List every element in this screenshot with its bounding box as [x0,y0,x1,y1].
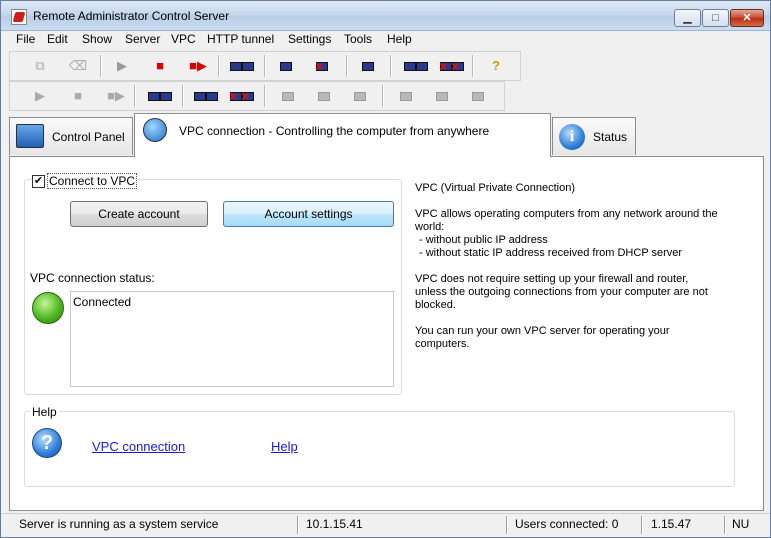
tab-status[interactable]: i Status [552,117,636,155]
help-icon[interactable]: ? [486,57,506,75]
session-toolbar: ▶ ■ ■▶ [9,81,505,111]
menu-edit[interactable]: Edit [47,32,68,46]
stop-icon[interactable]: ■ [68,87,88,105]
menu-help[interactable]: Help [387,32,412,46]
status-users: Users connected: 0 [515,517,619,531]
network-icon[interactable] [402,57,430,75]
main-toolbar: ⧉ ⌫ ▶ ■ ■▶ ? [9,51,521,81]
play-stop-icon[interactable]: ■▶ [102,87,130,105]
tab-label: VPC connection - Controlling the compute… [179,124,490,138]
close-button[interactable]: ✕ [730,9,764,27]
connections-icon[interactable] [146,87,174,105]
menu-bar: File Edit Show Server VPC HTTP tunnel Se… [1,31,770,49]
connect-vpc-label[interactable]: Connect to VPC [47,173,138,189]
app-window: Remote Administrator Control Server ▁ □ … [0,0,771,538]
info-text: blocked. [415,299,456,311]
help-circle-icon: ? [32,428,62,458]
copy-icon[interactable]: ⧉ [30,57,50,75]
connect-vpc-checkbox[interactable]: ✔ [32,175,45,188]
vpc-status-value: Connected [73,295,132,309]
info-icon: i [559,124,585,150]
menu-file[interactable]: File [16,32,35,46]
menu-tools[interactable]: Tools [344,32,372,46]
toolbar-separator [264,85,266,107]
info-bullet: - without static IP address received fro… [419,247,683,259]
start-server-icon[interactable]: ▶ [112,57,132,75]
connections-icon[interactable] [228,57,256,75]
file-transfer-icon[interactable] [350,87,370,105]
globe-icon [143,118,167,142]
user-remove-icon[interactable] [312,57,332,75]
monitor-icon [16,124,44,148]
info-text: computers. [415,338,470,350]
toolbar-separator [472,55,474,77]
toolbar-separator [100,55,102,77]
minimize-button[interactable]: ▁ [674,9,701,27]
help-group-label: Help [30,405,59,419]
status-bar: Server is running as a system service 10… [1,513,770,537]
info-title: VPC (Virtual Private Connection) [415,182,575,194]
status-extra: NU [732,517,750,531]
remote-control-icon[interactable] [314,87,334,105]
tab-strip: Control Panel VPC connection - Controlli… [9,113,764,157]
toolbar-separator [346,55,348,77]
vpc-status-label: VPC connection status: [30,271,155,285]
info-text: world: [415,221,445,233]
create-account-button[interactable]: Create account [70,201,208,227]
eraser-icon[interactable]: ⌫ [68,57,88,75]
toolbar-separator [218,55,220,77]
chat-icon[interactable] [396,87,416,105]
telnet-icon[interactable] [432,87,452,105]
shutdown-icon[interactable] [468,87,488,105]
status-ip: 10.1.15.41 [306,517,363,531]
menu-vpc[interactable]: VPC [171,32,196,46]
status-version: 1.15.47 [651,517,692,531]
user-list-icon[interactable] [358,57,378,75]
toolbar-separator [390,55,392,77]
menu-settings[interactable]: Settings [288,32,331,46]
status-separator [506,516,508,534]
menu-http-tunnel[interactable]: HTTP tunnel [207,32,274,46]
menu-show[interactable]: Show [82,32,112,46]
status-separator [297,516,299,534]
info-text: VPC does not require setting up your fir… [415,273,689,285]
status-separator [724,516,726,534]
tab-vpc-connection[interactable]: VPC connection - Controlling the compute… [134,113,551,157]
toolbar-separator [182,85,184,107]
menu-server[interactable]: Server [125,32,160,46]
tab-label: Control Panel [52,130,125,144]
tab-label: Status [593,130,628,144]
help-link[interactable]: Help [271,439,298,454]
remote-view-icon[interactable] [278,87,298,105]
account-settings-button[interactable]: Account settings [223,201,394,227]
restart-server-icon[interactable]: ■▶ [184,57,212,75]
network-icon[interactable] [192,87,220,105]
toolbar-separator [382,85,384,107]
toolbar-separator [264,55,266,77]
user-add-icon[interactable] [276,57,296,75]
network-disconnect-icon[interactable] [228,87,256,105]
app-icon [11,9,27,25]
vpc-status-box: Connected [70,291,394,387]
status-indicator-icon [32,292,64,324]
info-text: unless the outgoing connections from you… [415,286,708,298]
tab-control-panel[interactable]: Control Panel [9,117,133,155]
info-text: VPC allows operating computers from any … [415,208,718,220]
stop-server-icon[interactable]: ■ [150,57,170,75]
play-icon[interactable]: ▶ [30,87,50,105]
status-separator [641,516,643,534]
info-text: You can run your own VPC server for oper… [415,325,670,337]
vpc-connection-link[interactable]: VPC connection [92,439,185,454]
maximize-button[interactable]: □ [702,9,729,27]
info-bullet: - without public IP address [419,234,548,246]
title-bar[interactable]: Remote Administrator Control Server ▁ □ … [1,1,770,31]
status-message: Server is running as a system service [19,517,219,531]
window-title: Remote Administrator Control Server [33,9,230,23]
toolbar-separator [134,85,136,107]
network-disconnect-icon[interactable] [438,57,466,75]
vpc-panel: ✔ Connect to VPC Create account Account … [9,156,764,511]
